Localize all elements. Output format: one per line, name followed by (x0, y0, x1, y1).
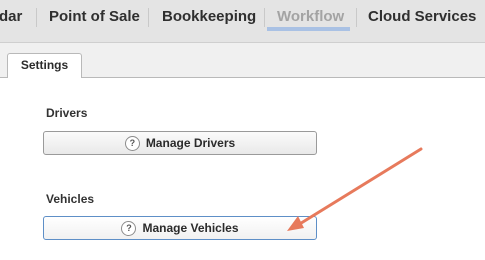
annotation-arrow-icon (287, 147, 423, 231)
